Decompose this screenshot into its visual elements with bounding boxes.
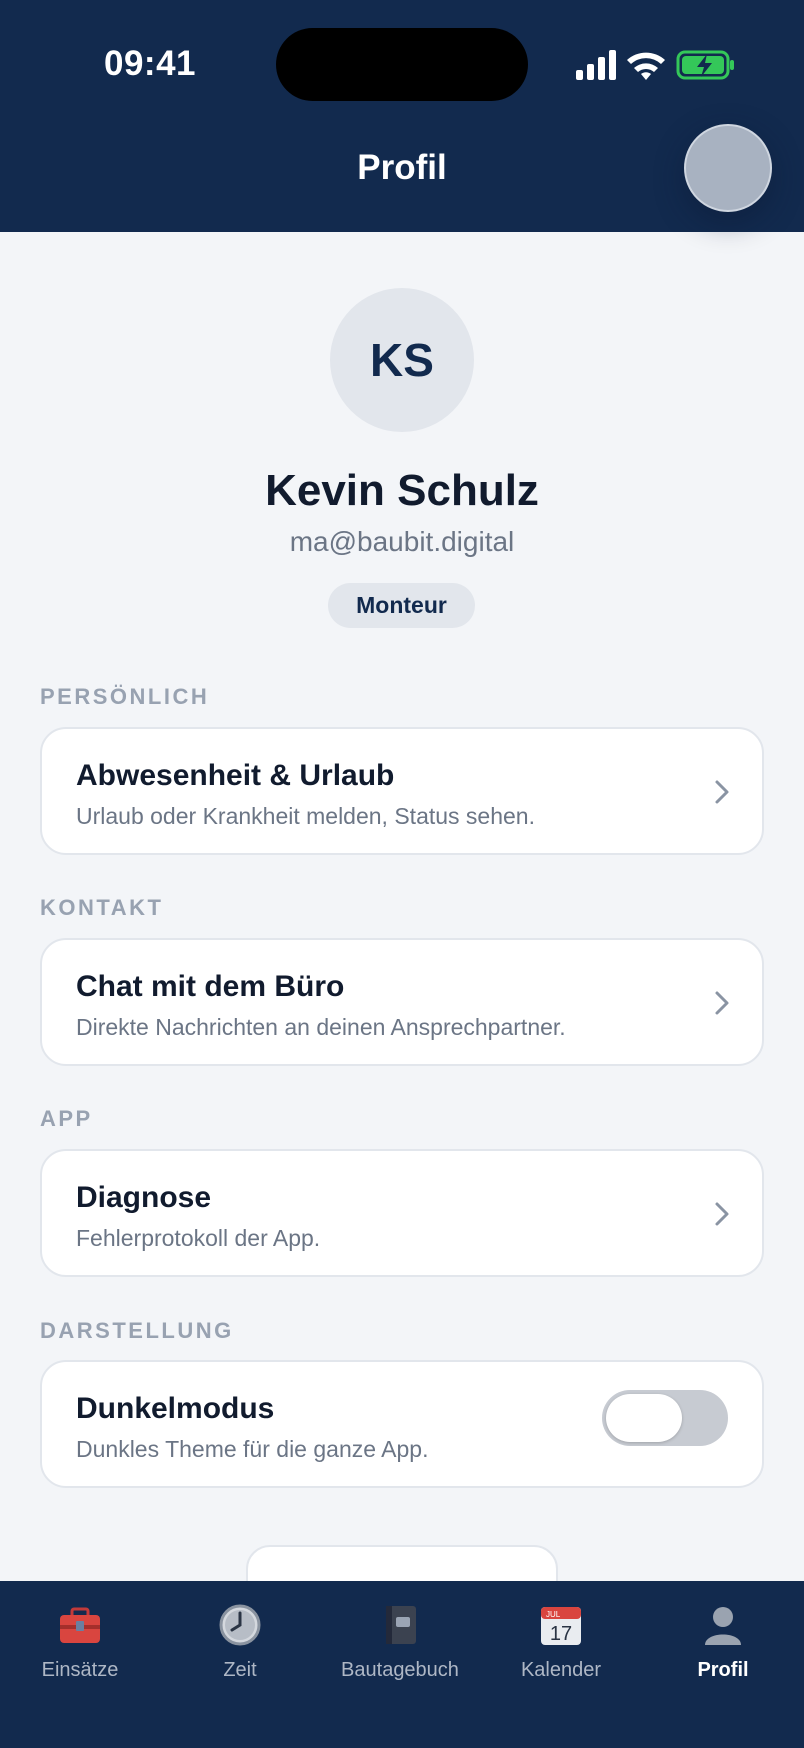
dark-mode-item: Dunkelmodus Dunkles Theme für die ganze …	[40, 1360, 764, 1488]
calendar-icon: JUL 17	[541, 1607, 581, 1645]
tab-label: Zeit	[223, 1659, 257, 1681]
role-badge: Monteur	[328, 583, 475, 628]
dark-mode-subtitle: Dunkles Theme für die ganze App.	[76, 1436, 429, 1462]
section-label-appearance: DARSTELLUNG	[40, 1318, 234, 1343]
clock-icon	[219, 1604, 261, 1646]
dark-mode-title: Dunkelmodus	[76, 1392, 275, 1425]
tab-label: Kalender	[520, 1659, 602, 1681]
tab-label: Bautagebuch	[341, 1659, 459, 1681]
diagnose-item[interactable]: Diagnose Fehlerprotokoll der App.	[40, 1149, 764, 1277]
section-label-contact: KONTAKT	[40, 895, 164, 920]
chevron-right-icon	[715, 1202, 729, 1226]
person-icon	[705, 1607, 741, 1645]
tab-kalender[interactable]: JUL 17 Kalender	[481, 1581, 641, 1701]
profile-email: ma@baubit.digital	[289, 526, 515, 557]
absence-vacation-title: Abwesenheit & Urlaub	[76, 759, 395, 792]
absence-vacation-subtitle: Urlaub oder Krankheit melden, Status seh…	[76, 803, 535, 829]
calendar-month: JUL	[546, 1610, 561, 1619]
battery-charging-icon	[676, 50, 734, 80]
diagnose-title: Diagnose	[76, 1181, 212, 1214]
tab-bautagebuch[interactable]: Bautagebuch	[320, 1581, 480, 1701]
section-label-app: APP	[40, 1106, 93, 1131]
chevron-right-icon	[715, 780, 729, 804]
dark-mode-toggle[interactable]	[602, 1390, 728, 1446]
tab-label: Profil	[697, 1659, 749, 1681]
toggle-knob	[606, 1394, 682, 1442]
tab-zeit[interactable]: Zeit	[160, 1581, 320, 1701]
tab-bar: Einsätze Zeit Bautagebuch JUL 17 Kalende…	[0, 1581, 804, 1748]
status-time: 09:41	[104, 44, 197, 83]
section-label-personal: PERSÖNLICH	[40, 684, 210, 709]
status-icons	[576, 50, 734, 80]
chevron-right-icon	[715, 991, 729, 1015]
calendar-day: 17	[550, 1623, 572, 1645]
toolbox-icon	[60, 1607, 100, 1643]
cellular-signal-icon	[576, 50, 616, 80]
tab-einsaetze[interactable]: Einsätze	[0, 1581, 160, 1701]
chat-office-title: Chat mit dem Büro	[76, 970, 345, 1003]
tab-profil[interactable]: Profil	[643, 1581, 803, 1701]
dynamic-island	[276, 28, 528, 101]
wifi-icon	[627, 52, 665, 80]
header-avatar-button[interactable]	[684, 124, 772, 212]
diagnose-subtitle: Fehlerprotokoll der App.	[76, 1225, 321, 1251]
profile-name: Kevin Schulz	[265, 466, 539, 515]
chat-office-item[interactable]: Chat mit dem Büro Direkte Nachrichten an…	[40, 938, 764, 1066]
app-header: 09:41 Profil	[0, 0, 804, 232]
tab-label: Einsätze	[41, 1659, 119, 1681]
absence-vacation-item[interactable]: Abwesenheit & Urlaub Urlaub oder Krankhe…	[40, 727, 764, 855]
profile-avatar: KS	[330, 288, 474, 432]
chat-office-subtitle: Direkte Nachrichten an deinen Ansprechpa…	[76, 1014, 566, 1040]
notebook-icon	[386, 1606, 416, 1644]
